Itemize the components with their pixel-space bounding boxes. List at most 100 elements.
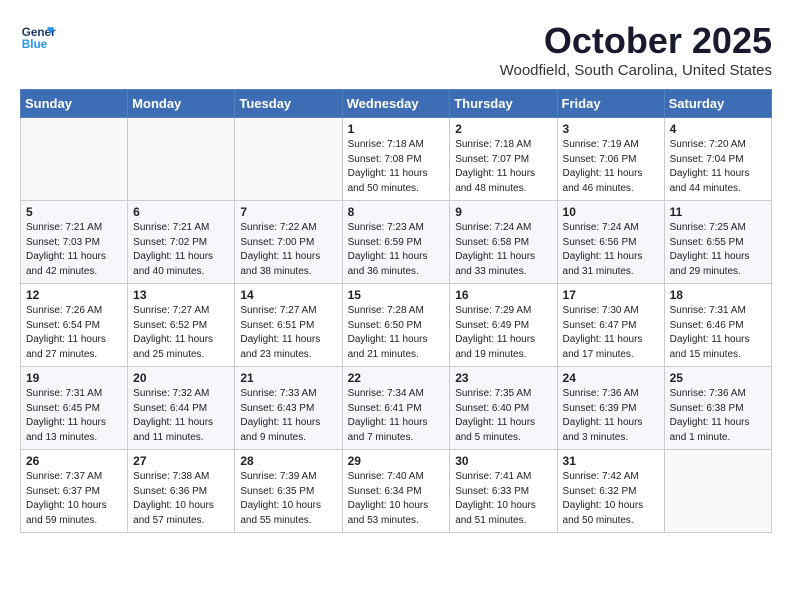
logo: General Blue xyxy=(20,20,56,56)
day-number: 17 xyxy=(563,288,659,302)
day-info: Sunrise: 7:36 AM Sunset: 6:39 PM Dayligh… xyxy=(563,387,659,445)
calendar-cell: 28 Sunrise: 7:39 AM Sunset: 6:35 PM Dayli… xyxy=(235,450,342,533)
calendar-cell: 27 Sunrise: 7:38 AM Sunset: 6:36 PM Dayli… xyxy=(128,450,235,533)
day-number: 20 xyxy=(133,371,229,385)
location-title: Woodfield, South Carolina, United States xyxy=(500,62,772,79)
weekday-header-monday: Monday xyxy=(128,90,235,118)
day-number: 15 xyxy=(348,288,445,302)
day-number: 21 xyxy=(240,371,336,385)
calendar-cell xyxy=(664,450,771,533)
day-info: Sunrise: 7:18 AM Sunset: 7:08 PM Dayligh… xyxy=(348,138,445,196)
day-number: 30 xyxy=(455,454,551,468)
calendar-week-row: 19 Sunrise: 7:31 AM Sunset: 6:45 PM Dayli… xyxy=(21,367,772,450)
day-info: Sunrise: 7:23 AM Sunset: 6:59 PM Dayligh… xyxy=(348,221,445,279)
day-info: Sunrise: 7:27 AM Sunset: 6:52 PM Dayligh… xyxy=(133,304,229,362)
calendar-cell: 17 Sunrise: 7:30 AM Sunset: 6:47 PM Dayli… xyxy=(557,284,664,367)
day-info: Sunrise: 7:22 AM Sunset: 7:00 PM Dayligh… xyxy=(240,221,336,279)
svg-text:Blue: Blue xyxy=(22,38,48,51)
calendar-cell: 16 Sunrise: 7:29 AM Sunset: 6:49 PM Dayli… xyxy=(450,284,557,367)
weekday-header-row: SundayMondayTuesdayWednesdayThursdayFrid… xyxy=(21,90,772,118)
calendar-cell: 15 Sunrise: 7:28 AM Sunset: 6:50 PM Dayli… xyxy=(342,284,450,367)
calendar-cell: 13 Sunrise: 7:27 AM Sunset: 6:52 PM Dayli… xyxy=(128,284,235,367)
calendar-cell: 14 Sunrise: 7:27 AM Sunset: 6:51 PM Dayli… xyxy=(235,284,342,367)
calendar-cell: 5 Sunrise: 7:21 AM Sunset: 7:03 PM Daylig… xyxy=(21,201,128,284)
day-info: Sunrise: 7:27 AM Sunset: 6:51 PM Dayligh… xyxy=(240,304,336,362)
day-number: 5 xyxy=(26,205,122,219)
day-info: Sunrise: 7:21 AM Sunset: 7:03 PM Dayligh… xyxy=(26,221,122,279)
day-info: Sunrise: 7:38 AM Sunset: 6:36 PM Dayligh… xyxy=(133,470,229,528)
day-number: 27 xyxy=(133,454,229,468)
day-info: Sunrise: 7:19 AM Sunset: 7:06 PM Dayligh… xyxy=(563,138,659,196)
day-info: Sunrise: 7:35 AM Sunset: 6:40 PM Dayligh… xyxy=(455,387,551,445)
calendar-cell: 12 Sunrise: 7:26 AM Sunset: 6:54 PM Dayli… xyxy=(21,284,128,367)
day-info: Sunrise: 7:20 AM Sunset: 7:04 PM Dayligh… xyxy=(670,138,766,196)
calendar-cell: 7 Sunrise: 7:22 AM Sunset: 7:00 PM Daylig… xyxy=(235,201,342,284)
day-number: 14 xyxy=(240,288,336,302)
day-info: Sunrise: 7:34 AM Sunset: 6:41 PM Dayligh… xyxy=(348,387,445,445)
day-info: Sunrise: 7:31 AM Sunset: 6:46 PM Dayligh… xyxy=(670,304,766,362)
day-info: Sunrise: 7:26 AM Sunset: 6:54 PM Dayligh… xyxy=(26,304,122,362)
day-info: Sunrise: 7:29 AM Sunset: 6:49 PM Dayligh… xyxy=(455,304,551,362)
day-number: 1 xyxy=(348,122,445,136)
day-number: 2 xyxy=(455,122,551,136)
day-number: 16 xyxy=(455,288,551,302)
calendar-cell xyxy=(235,118,342,201)
day-number: 22 xyxy=(348,371,445,385)
calendar-cell: 19 Sunrise: 7:31 AM Sunset: 6:45 PM Dayli… xyxy=(21,367,128,450)
day-number: 25 xyxy=(670,371,766,385)
calendar-week-row: 5 Sunrise: 7:21 AM Sunset: 7:03 PM Daylig… xyxy=(21,201,772,284)
title-block: October 2025 Woodfield, South Carolina, … xyxy=(500,20,772,79)
day-number: 28 xyxy=(240,454,336,468)
day-number: 9 xyxy=(455,205,551,219)
calendar-cell: 2Sunrise: 7:18 AM Sunset: 7:07 PM Daylig… xyxy=(450,118,557,201)
day-number: 12 xyxy=(26,288,122,302)
day-info: Sunrise: 7:39 AM Sunset: 6:35 PM Dayligh… xyxy=(240,470,336,528)
weekday-header-thursday: Thursday xyxy=(450,90,557,118)
calendar-cell: 8Sunrise: 7:23 AM Sunset: 6:59 PM Daylig… xyxy=(342,201,450,284)
day-info: Sunrise: 7:24 AM Sunset: 6:58 PM Dayligh… xyxy=(455,221,551,279)
day-info: Sunrise: 7:24 AM Sunset: 6:56 PM Dayligh… xyxy=(563,221,659,279)
calendar-cell: 30 Sunrise: 7:41 AM Sunset: 6:33 PM Dayli… xyxy=(450,450,557,533)
calendar-cell: 31Sunrise: 7:42 AM Sunset: 6:32 PM Dayli… xyxy=(557,450,664,533)
calendar-cell xyxy=(21,118,128,201)
day-number: 6 xyxy=(133,205,229,219)
day-info: Sunrise: 7:25 AM Sunset: 6:55 PM Dayligh… xyxy=(670,221,766,279)
calendar-cell: 3 Sunrise: 7:19 AM Sunset: 7:06 PM Daylig… xyxy=(557,118,664,201)
day-info: Sunrise: 7:21 AM Sunset: 7:02 PM Dayligh… xyxy=(133,221,229,279)
calendar-week-row: 1 Sunrise: 7:18 AM Sunset: 7:08 PM Daylig… xyxy=(21,118,772,201)
calendar-week-row: 12 Sunrise: 7:26 AM Sunset: 6:54 PM Dayli… xyxy=(21,284,772,367)
logo-icon: General Blue xyxy=(20,20,56,56)
day-number: 4 xyxy=(670,122,766,136)
day-number: 19 xyxy=(26,371,122,385)
calendar-cell: 26Sunrise: 7:37 AM Sunset: 6:37 PM Dayli… xyxy=(21,450,128,533)
calendar-cell: 21Sunrise: 7:33 AM Sunset: 6:43 PM Dayli… xyxy=(235,367,342,450)
calendar-cell: 1 Sunrise: 7:18 AM Sunset: 7:08 PM Daylig… xyxy=(342,118,450,201)
day-info: Sunrise: 7:28 AM Sunset: 6:50 PM Dayligh… xyxy=(348,304,445,362)
day-info: Sunrise: 7:41 AM Sunset: 6:33 PM Dayligh… xyxy=(455,470,551,528)
calendar-cell: 20Sunrise: 7:32 AM Sunset: 6:44 PM Dayli… xyxy=(128,367,235,450)
day-number: 11 xyxy=(670,205,766,219)
day-number: 7 xyxy=(240,205,336,219)
day-info: Sunrise: 7:31 AM Sunset: 6:45 PM Dayligh… xyxy=(26,387,122,445)
weekday-header-saturday: Saturday xyxy=(664,90,771,118)
calendar-cell: 23 Sunrise: 7:35 AM Sunset: 6:40 PM Dayli… xyxy=(450,367,557,450)
calendar-week-row: 26Sunrise: 7:37 AM Sunset: 6:37 PM Dayli… xyxy=(21,450,772,533)
calendar-cell: 29 Sunrise: 7:40 AM Sunset: 6:34 PM Dayli… xyxy=(342,450,450,533)
day-number: 24 xyxy=(563,371,659,385)
page-header: General Blue October 2025 Woodfield, Sou… xyxy=(20,20,772,79)
day-number: 3 xyxy=(563,122,659,136)
day-number: 29 xyxy=(348,454,445,468)
day-info: Sunrise: 7:36 AM Sunset: 6:38 PM Dayligh… xyxy=(670,387,766,445)
day-number: 18 xyxy=(670,288,766,302)
calendar-cell: 6 Sunrise: 7:21 AM Sunset: 7:02 PM Daylig… xyxy=(128,201,235,284)
day-number: 23 xyxy=(455,371,551,385)
calendar-cell: 24 Sunrise: 7:36 AM Sunset: 6:39 PM Dayli… xyxy=(557,367,664,450)
day-number: 13 xyxy=(133,288,229,302)
day-info: Sunrise: 7:30 AM Sunset: 6:47 PM Dayligh… xyxy=(563,304,659,362)
month-title: October 2025 xyxy=(500,20,772,62)
calendar-cell: 10 Sunrise: 7:24 AM Sunset: 6:56 PM Dayli… xyxy=(557,201,664,284)
day-number: 10 xyxy=(563,205,659,219)
weekday-header-friday: Friday xyxy=(557,90,664,118)
day-info: Sunrise: 7:40 AM Sunset: 6:34 PM Dayligh… xyxy=(348,470,445,528)
weekday-header-wednesday: Wednesday xyxy=(342,90,450,118)
